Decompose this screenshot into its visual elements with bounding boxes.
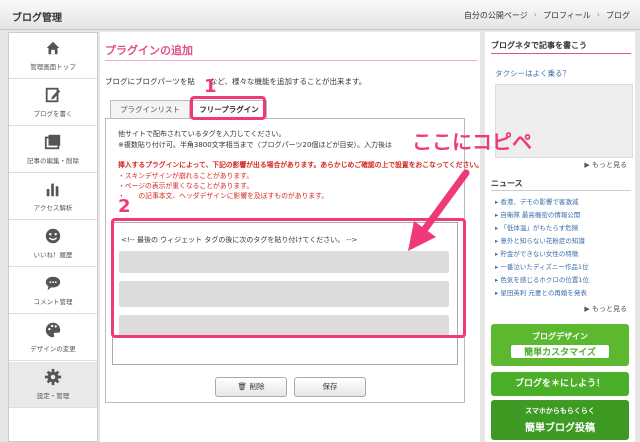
folder-icon bbox=[44, 134, 61, 150]
news-item[interactable]: ▸ 意外と知らない花粉症の知識 bbox=[495, 235, 585, 245]
right-column: ブログネタで記事を書こう タクシーはよく乗る？ ▶ もっと見る ニュース ▸ 香… bbox=[485, 32, 635, 442]
warning-line: ・スキンデザインが崩れることがあります。 bbox=[118, 172, 254, 180]
news-item[interactable]: ▸ 星田英利 元妻との再婚を発表 bbox=[495, 287, 587, 297]
palette-icon bbox=[45, 322, 61, 338]
news-item[interactable]: ▸ 一番泣いたディズニー作品1位 bbox=[495, 261, 589, 271]
page-description: ブログにブログパーツを貼 など、様々な機能を追加することが出来ます。 bbox=[105, 77, 367, 86]
topic-divider bbox=[491, 53, 631, 54]
bar-chart-icon bbox=[46, 183, 59, 197]
annotation-number-1: 1 bbox=[204, 76, 217, 97]
sidebar-item-admin-top[interactable]: 管理画面トップ bbox=[9, 33, 97, 79]
info-line: ※複数貼り付け可。半角3800文字相当まで（ブログパーツ20個ほどが目安）。入力… bbox=[118, 141, 413, 149]
top-links: 自分の公開ページ › プロフィール › ブログ bbox=[464, 10, 630, 21]
tab-plugin-list[interactable]: プラグインリスト bbox=[110, 100, 190, 118]
topic-more-link[interactable]: ▶ もっと見る bbox=[584, 160, 627, 170]
news-divider bbox=[491, 190, 631, 191]
warning-line: ・ の記事本文、ヘッダデザインに影響を及ぼすものがあります。 bbox=[118, 192, 329, 200]
news-item[interactable]: ▸ 自衛隊 最高機密の情報公開 bbox=[495, 209, 580, 219]
news-item[interactable]: ▸ 色気を感じるホクロの位置1位 bbox=[495, 274, 589, 284]
title-divider bbox=[105, 60, 477, 61]
annotation-number-2: 2 bbox=[118, 196, 131, 217]
news-item[interactable]: ▸ 「低体温」がもたらす危険 bbox=[495, 222, 578, 232]
trash-icon: 🗑 bbox=[237, 382, 248, 391]
info-line: 他サイトで配布されているタグを入力してください。 bbox=[118, 130, 286, 138]
public-page-link[interactable]: 自分の公開ページ bbox=[464, 10, 528, 21]
warning-line: ・ページの表示が重くなることがあります。 bbox=[118, 182, 254, 190]
delete-button[interactable]: 🗑 削除 bbox=[215, 377, 287, 397]
blog-banner[interactable]: ブログを＊にしよう！ bbox=[491, 372, 629, 396]
sidebar-item-comments[interactable]: コメント管理 bbox=[9, 268, 97, 314]
page-title: プラグインの追加 bbox=[105, 44, 193, 57]
app-title: ブログ管理 bbox=[12, 13, 62, 24]
smartphone-post-banner[interactable]: スマホからもらくらく 簡単ブログ投稿 bbox=[491, 400, 629, 440]
news-item[interactable]: ▸ 貯金ができない女性の特徴 bbox=[495, 248, 578, 258]
sidebar-item-write[interactable]: ブログを書く bbox=[9, 80, 97, 126]
save-button[interactable]: 保存 bbox=[294, 377, 366, 397]
chevron-right-icon: › bbox=[596, 10, 600, 19]
topic-heading: ブログネタで記事を書こう bbox=[491, 41, 587, 50]
blog-link[interactable]: ブログ bbox=[606, 10, 630, 21]
annotation-box-tab bbox=[190, 96, 266, 120]
topic-link[interactable]: タクシーはよく乗る？ bbox=[495, 68, 570, 79]
home-icon bbox=[46, 41, 60, 55]
annotation-copy-here-text: ここにコピペ bbox=[412, 130, 532, 154]
sidebar: 管理画面トップ ブログを書く 記事の編集・削除 アクセス解析 いいね！履歴 コメ… bbox=[8, 32, 98, 442]
sidebar-item-edit-articles[interactable]: 記事の編集・削除 bbox=[9, 127, 97, 173]
profile-link[interactable]: プロフィール bbox=[543, 10, 591, 21]
news-heading: ニュース bbox=[491, 179, 523, 188]
pencil-icon bbox=[45, 87, 61, 103]
sidebar-item-analytics[interactable]: アクセス解析 bbox=[9, 174, 97, 220]
design-customize-banner[interactable]: ブログデザイン 簡単カスタマイズ bbox=[491, 324, 629, 366]
chevron-right-icon: › bbox=[533, 10, 537, 19]
sidebar-item-settings[interactable]: 設定・管理 bbox=[9, 362, 97, 408]
sidebar-item-design[interactable]: デザインの変更 bbox=[9, 315, 97, 361]
annotation-arrow-icon bbox=[408, 169, 470, 251]
news-more-link[interactable]: ▶ もっと見る bbox=[584, 304, 627, 314]
gear-icon bbox=[44, 368, 62, 386]
news-item[interactable]: ▸ 香港、デモの影響で客激減 bbox=[495, 196, 578, 206]
top-bar: ブログ管理 自分の公開ページ › プロフィール › ブログ bbox=[0, 0, 640, 30]
sidebar-item-likes[interactable]: いいね！履歴 bbox=[9, 221, 97, 267]
comment-icon bbox=[45, 276, 61, 291]
smile-icon bbox=[45, 228, 61, 244]
